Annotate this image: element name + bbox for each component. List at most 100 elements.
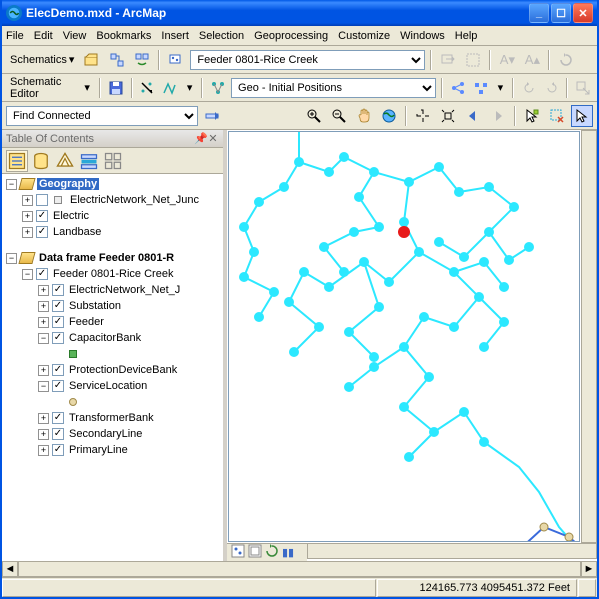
- pan-icon[interactable]: [353, 105, 375, 127]
- feeder-select[interactable]: Feeder 0801-Rice Creek: [190, 50, 425, 70]
- expand-toggle[interactable]: +: [38, 317, 49, 328]
- layer-label[interactable]: Feeder: [67, 316, 106, 328]
- menu-file[interactable]: File: [6, 30, 24, 42]
- map-canvas[interactable]: [228, 131, 580, 542]
- checkbox[interactable]: [52, 444, 64, 456]
- expand-toggle[interactable]: +: [38, 301, 49, 312]
- layout-select[interactable]: Geo - Initial Positions: [231, 78, 436, 98]
- expand-toggle[interactable]: +: [38, 445, 49, 456]
- layer-drop-icon[interactable]: [165, 49, 187, 71]
- full-extent-icon[interactable]: [378, 105, 400, 127]
- menu-edit[interactable]: Edit: [34, 30, 53, 42]
- checkbox[interactable]: [36, 226, 48, 238]
- schematics-dropdown[interactable]: Schematics▾: [6, 51, 78, 68]
- expand-toggle[interactable]: +: [38, 429, 49, 440]
- toc-tree[interactable]: − Geography + ElectricNetwork_Net_Junc + E…: [2, 174, 223, 561]
- data-view-icon[interactable]: [231, 544, 245, 561]
- layer-label[interactable]: ServiceLocation: [67, 380, 149, 392]
- scroll-right-icon[interactable]: ►: [581, 561, 597, 577]
- checkbox[interactable]: [52, 412, 64, 424]
- vertical-scrollbar[interactable]: [581, 130, 597, 543]
- save-icon[interactable]: [106, 77, 126, 99]
- apply-layout-icon[interactable]: [448, 77, 468, 99]
- propagate-icon[interactable]: [437, 49, 459, 71]
- layer-label[interactable]: Electric: [51, 210, 91, 222]
- expand-toggle[interactable]: −: [6, 253, 17, 264]
- checkbox[interactable]: [52, 284, 64, 296]
- restore-symbol-icon[interactable]: [555, 49, 577, 71]
- zoom-out-icon[interactable]: [328, 105, 350, 127]
- close-button[interactable]: ✕: [573, 3, 593, 23]
- checkbox[interactable]: [52, 380, 64, 392]
- move-tool-icon[interactable]: [160, 77, 180, 99]
- expand-toggle[interactable]: −: [6, 179, 17, 190]
- checkbox[interactable]: [36, 268, 48, 280]
- layer-label[interactable]: ElectricNetwork_Net_J: [67, 284, 182, 296]
- menu-view[interactable]: View: [63, 30, 87, 42]
- checkbox[interactable]: [36, 194, 48, 206]
- layer-label[interactable]: TransformerBank: [67, 412, 156, 424]
- expand-toggle[interactable]: +: [38, 413, 49, 424]
- menu-insert[interactable]: Insert: [161, 30, 189, 42]
- expand-toggle[interactable]: +: [38, 365, 49, 376]
- layer-label[interactable]: PrimaryLine: [67, 444, 130, 456]
- layer-feeder[interactable]: Feeder 0801-Rice Creek: [51, 268, 175, 280]
- checkbox[interactable]: [52, 364, 64, 376]
- pause-icon[interactable]: ▮▮: [282, 546, 294, 559]
- undo-layout-icon[interactable]: [519, 77, 539, 99]
- generate-schematic-icon[interactable]: [106, 49, 128, 71]
- list-by-visibility-icon[interactable]: [54, 150, 76, 172]
- open-schematic-icon[interactable]: [81, 49, 103, 71]
- menu-customize[interactable]: Customize: [338, 30, 390, 42]
- checkbox[interactable]: [52, 428, 64, 440]
- expand-toggle[interactable]: −: [38, 333, 49, 344]
- schematic-editor-dropdown[interactable]: Schematic Editor▾: [6, 74, 94, 102]
- align-drop[interactable]: ▾: [494, 79, 508, 96]
- layer-label[interactable]: SecondaryLine: [67, 428, 144, 440]
- layer-geography[interactable]: Geography: [37, 178, 99, 190]
- update-schematic-icon[interactable]: [131, 49, 153, 71]
- list-by-drawing-icon[interactable]: [6, 150, 28, 172]
- layer-label[interactable]: Substation: [67, 300, 123, 312]
- expand-toggle[interactable]: +: [22, 227, 33, 238]
- zoom-in-icon[interactable]: [303, 105, 325, 127]
- select-elements-icon[interactable]: [571, 105, 593, 127]
- extent-icon[interactable]: [462, 49, 484, 71]
- select-features-icon[interactable]: [521, 105, 543, 127]
- expand-toggle[interactable]: +: [22, 211, 33, 222]
- layer-label[interactable]: ElectricNetwork_Net_Junc: [68, 194, 201, 206]
- increase-symbol-icon[interactable]: A▴: [521, 49, 543, 71]
- clear-selection-icon[interactable]: [573, 77, 593, 99]
- refresh-icon[interactable]: [265, 544, 279, 561]
- layout-task-icon[interactable]: [208, 77, 228, 99]
- maximize-button[interactable]: ☐: [551, 3, 571, 23]
- move-drop[interactable]: ▾: [183, 79, 197, 96]
- checkbox[interactable]: [36, 210, 48, 222]
- decrease-symbol-icon[interactable]: A▾: [496, 49, 518, 71]
- align-icon[interactable]: [471, 77, 491, 99]
- layer-dataframe[interactable]: Data frame Feeder 0801-R: [37, 252, 176, 264]
- bottom-scrollbar[interactable]: ◄ ►: [2, 561, 597, 577]
- expand-toggle[interactable]: −: [22, 269, 33, 280]
- expand-toggle[interactable]: +: [22, 195, 33, 206]
- next-extent-icon[interactable]: [487, 105, 509, 127]
- layer-label[interactable]: CapacitorBank: [67, 332, 143, 344]
- minimize-button[interactable]: _: [529, 3, 549, 23]
- fixed-zoom-in-icon[interactable]: [412, 105, 434, 127]
- options-icon[interactable]: [102, 150, 124, 172]
- menu-windows[interactable]: Windows: [400, 30, 445, 42]
- redo-layout-icon[interactable]: [542, 77, 562, 99]
- menu-help[interactable]: Help: [455, 30, 478, 42]
- prev-extent-icon[interactable]: [462, 105, 484, 127]
- expand-toggle[interactable]: −: [38, 381, 49, 392]
- pin-icon[interactable]: 📌: [195, 133, 207, 145]
- layer-label[interactable]: ProtectionDeviceBank: [67, 364, 179, 376]
- scroll-left-icon[interactable]: ◄: [2, 561, 18, 577]
- menu-bookmarks[interactable]: Bookmarks: [96, 30, 151, 42]
- clear-selected-icon[interactable]: [546, 105, 568, 127]
- layout-view-icon[interactable]: [248, 544, 262, 561]
- expand-toggle[interactable]: +: [38, 285, 49, 296]
- list-by-selection-icon[interactable]: [78, 150, 100, 172]
- close-toc-icon[interactable]: ✕: [207, 133, 219, 145]
- find-connected-select[interactable]: Find Connected: [6, 106, 198, 126]
